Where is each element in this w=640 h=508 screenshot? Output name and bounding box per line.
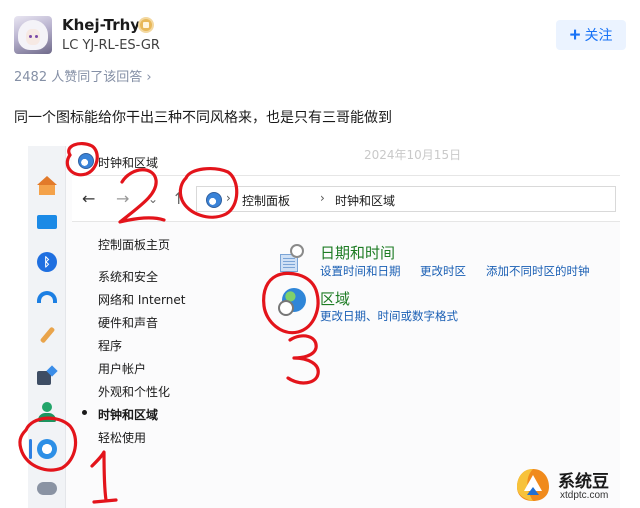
up-arrow-icon: ↑ (172, 189, 186, 208)
watermark-url: xtdptc.com (560, 490, 609, 501)
time-language-icon (37, 439, 57, 459)
settings-sidebar: ᛒ (28, 146, 66, 508)
bluetooth-icon: ᛒ (37, 252, 57, 272)
ghost-date: 2024年10月15日 (364, 148, 462, 162)
active-bullet (82, 410, 87, 415)
embedded-screenshot: ᛒ 时钟和区域 2024年10月15日 ← → ⌄ ↑ › 控制面板 › 时钟和… (28, 146, 620, 508)
region-globe-icon (278, 288, 308, 318)
category-region-title: 区域 (320, 290, 351, 308)
watermark: 系统豆 xtdptc.com (512, 464, 636, 506)
follow-button[interactable]: + 关注 (556, 20, 626, 50)
answer-text: 同一个图标能给你干出三种不同风格来，也是只有三哥能做到 (14, 110, 392, 126)
nav-item-clock-region: 时钟和区域 (98, 408, 159, 422)
history-dropdown-icon: ⌄ (148, 192, 159, 206)
breadcrumb-separator: › (226, 191, 231, 205)
nav-item-appearance: 外观和个性化 (98, 385, 171, 399)
link-add-clocks: 添加不同时区的时钟 (486, 264, 590, 278)
nav-item-hardware-sound: 硬件和声音 (98, 316, 159, 330)
selected-marker (29, 439, 32, 459)
wifi-icon (37, 291, 57, 303)
author-bio: LC YJ-RL-ES-GR (62, 38, 160, 53)
author-name[interactable]: Khej-Trhyk (62, 16, 150, 34)
answer-author: Khej-Trhyk LC YJ-RL-ES-GR + 关注 (14, 14, 626, 54)
category-date-time-title: 日期和时间 (320, 244, 396, 262)
back-arrow-icon: ← (82, 189, 96, 208)
window-title: 时钟和区域 (98, 156, 159, 170)
accounts-icon (37, 402, 57, 422)
window-titlebar: 时钟和区域 2024年10月15日 (72, 146, 620, 176)
forward-arrow-icon: → (116, 189, 130, 208)
apps-icon (37, 367, 57, 387)
nav-item-network: 网络和 Internet (98, 293, 186, 307)
date-time-icon (280, 244, 304, 272)
link-change-timezone: 更改时区 (420, 264, 466, 278)
plus-icon: + (569, 24, 581, 46)
breadcrumb-clock-region: 时钟和区域 (335, 194, 396, 208)
system-icon (37, 215, 57, 229)
nav-item-ease-of-access: 轻松使用 (98, 431, 147, 445)
link-set-time-date: 设置时间和日期 (320, 264, 401, 278)
watermark-logo-icon (517, 469, 549, 501)
breadcrumb-separator: › (320, 191, 325, 205)
likes-count[interactable]: 2482 人赞同了该回答 › (14, 66, 152, 85)
address-clock-region-icon (206, 192, 222, 208)
avatar[interactable] (14, 16, 52, 54)
address-bar-row: ← → ⌄ ↑ › 控制面板 › 时钟和区域 (72, 176, 620, 222)
follow-label: 关注 (584, 27, 613, 43)
clock-region-icon (78, 153, 94, 169)
personalization-icon (37, 326, 57, 346)
badge-icon (138, 17, 154, 33)
link-change-formats: 更改日期、时间或数字格式 (320, 309, 458, 323)
control-panel-home-link: 控制面板主页 (98, 238, 171, 252)
nav-item-programs: 程序 (98, 339, 123, 353)
nav-item-system-security: 系统和安全 (98, 270, 159, 284)
home-icon (37, 176, 57, 196)
breadcrumb-control-panel: 控制面板 (242, 194, 291, 208)
nav-item-user-accounts: 用户帐户 (98, 362, 147, 376)
gaming-icon (37, 482, 57, 495)
watermark-title: 系统豆 (558, 472, 609, 492)
